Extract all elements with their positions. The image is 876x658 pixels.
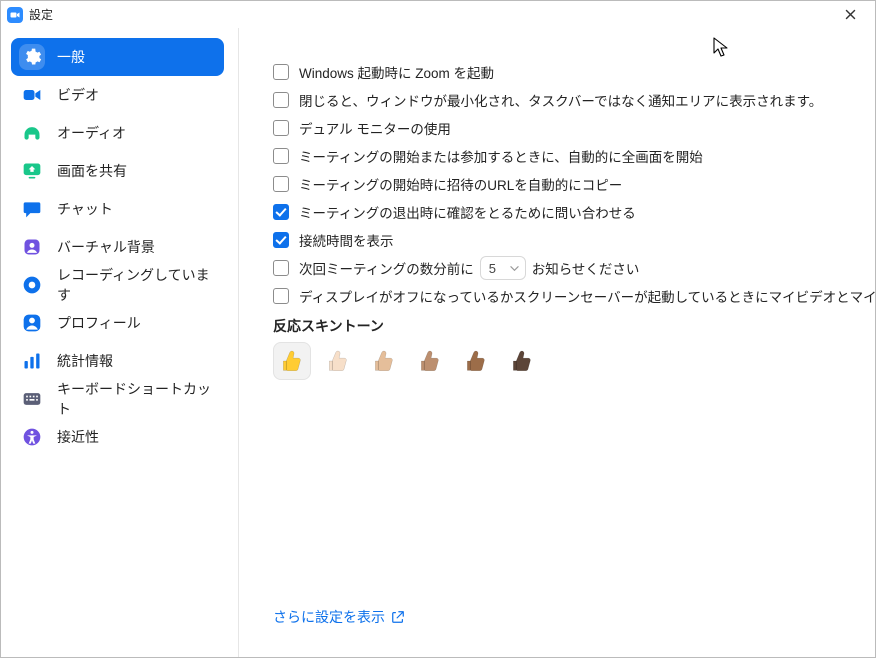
skintone-title: 反応スキントーン: [273, 316, 875, 336]
sidebar-item-video[interactable]: ビデオ: [11, 76, 224, 114]
video-icon: [19, 82, 45, 108]
sidebar-item-label: 接近性: [57, 427, 99, 447]
shortcuts-icon: [19, 386, 45, 412]
skintone-option-2[interactable]: [365, 342, 403, 380]
skintone-option-0[interactable]: [273, 342, 311, 380]
sidebar-item-label: レコーディングしています: [57, 265, 216, 305]
sidebar-item-chat[interactable]: チャット: [11, 190, 224, 228]
select-value: 5: [489, 261, 496, 276]
option-minimize-to-tray[interactable]: 閉じると、ウィンドウが最小化され、タスクバーではなく通知エリアに表示されます。: [273, 86, 875, 114]
checkbox[interactable]: [273, 288, 289, 304]
sidebar-item-label: チャット: [57, 199, 113, 219]
checkbox[interactable]: [273, 204, 289, 220]
option-label-suffix: お知らせください: [532, 258, 640, 278]
sidebar-item-stats[interactable]: 統計情報: [11, 342, 224, 380]
sidebar-item-audio[interactable]: オーディオ: [11, 114, 224, 152]
sidebar-item-label: 統計情報: [57, 351, 113, 371]
sidebar-item-label: ビデオ: [57, 85, 99, 105]
sidebar-item-vb[interactable]: バーチャル背景: [11, 228, 224, 266]
record-icon: [19, 272, 45, 298]
option-dual-monitors[interactable]: デュアル モニターの使用: [273, 114, 875, 142]
skintone-picker: [273, 342, 875, 380]
sidebar-item-share[interactable]: 画面を共有: [11, 152, 224, 190]
window-title: 設定: [29, 6, 53, 23]
access-icon: [19, 424, 45, 450]
sidebar-item-access[interactable]: 接近性: [11, 418, 224, 456]
skintone-option-1[interactable]: [319, 342, 357, 380]
sidebar-item-label: プロフィール: [57, 313, 141, 333]
option-fullscreen-on-start[interactable]: ミーティングの開始または参加するときに、自動的に全画面を開始: [273, 142, 875, 170]
option-remind-before-meeting[interactable]: 次回ミーティングの数分前に 5 お知らせください: [273, 254, 875, 282]
checkbox[interactable]: [273, 92, 289, 108]
remind-minutes-select[interactable]: 5: [480, 256, 526, 280]
sidebar-item-label: 一般: [57, 47, 85, 67]
vb-icon: [19, 234, 45, 260]
checkbox[interactable]: [273, 64, 289, 80]
option-label: ディスプレイがオフになっているかスクリーンセーバーが起動しているときにマイビデオ…: [299, 286, 875, 306]
option-label: ミーティングの開始時に招待のURLを自動的にコピー: [299, 174, 622, 194]
chat-icon: [19, 196, 45, 222]
zoom-app-icon: [7, 7, 23, 23]
more-settings-link[interactable]: さらに設定を表示: [273, 607, 405, 627]
general-icon: [19, 44, 45, 70]
option-label: デュアル モニターの使用: [299, 118, 451, 138]
close-button[interactable]: [831, 1, 869, 28]
sidebar-item-shortcuts[interactable]: キーボードショートカット: [11, 380, 224, 418]
sidebar: 一般ビデオオーディオ画面を共有チャットバーチャル背景レコーディングしていますプロ…: [1, 28, 239, 657]
titlebar: 設定: [1, 1, 875, 28]
option-label: ミーティングの退出時に確認をとるために問い合わせる: [299, 202, 636, 222]
checkbox[interactable]: [273, 176, 289, 192]
sidebar-item-profile[interactable]: プロフィール: [11, 304, 224, 342]
profile-icon: [19, 310, 45, 336]
link-label: さらに設定を表示: [273, 607, 385, 627]
option-stop-video-on-screensaver[interactable]: ディスプレイがオフになっているかスクリーンセーバーが起動しているときにマイビデオ…: [273, 282, 875, 310]
option-copy-invite-url[interactable]: ミーティングの開始時に招待のURLを自動的にコピー: [273, 170, 875, 198]
sidebar-item-label: バーチャル背景: [57, 237, 155, 257]
sidebar-item-label: キーボードショートカット: [57, 379, 216, 419]
sidebar-item-label: 画面を共有: [57, 161, 127, 181]
external-link-icon: [391, 610, 405, 624]
option-label: 接続時間を表示: [299, 230, 394, 250]
chevron-down-icon: [510, 264, 519, 273]
skintone-option-5[interactable]: [503, 342, 541, 380]
sidebar-item-general[interactable]: 一般: [11, 38, 224, 76]
option-label: 閉じると、ウィンドウが最小化され、タスクバーではなく通知エリアに表示されます。: [299, 90, 822, 110]
checkbox[interactable]: [273, 260, 289, 276]
sidebar-item-label: オーディオ: [57, 123, 126, 143]
sidebar-item-record[interactable]: レコーディングしています: [11, 266, 224, 304]
option-label: Windows 起動時に Zoom を起動: [299, 62, 494, 82]
option-show-connected-time[interactable]: 接続時間を表示: [273, 226, 875, 254]
settings-content: Windows 起動時に Zoom を起動 閉じると、ウィンドウが最小化され、タ…: [239, 28, 875, 657]
skintone-option-3[interactable]: [411, 342, 449, 380]
share-icon: [19, 158, 45, 184]
checkbox[interactable]: [273, 148, 289, 164]
option-start-with-windows[interactable]: Windows 起動時に Zoom を起動: [273, 58, 875, 86]
stats-icon: [19, 348, 45, 374]
checkbox[interactable]: [273, 120, 289, 136]
option-label: ミーティングの開始または参加するときに、自動的に全画面を開始: [299, 146, 703, 166]
skintone-option-4[interactable]: [457, 342, 495, 380]
checkbox[interactable]: [273, 232, 289, 248]
option-label-prefix: 次回ミーティングの数分前に: [299, 258, 474, 278]
close-icon: [845, 9, 856, 20]
audio-icon: [19, 120, 45, 146]
option-confirm-leave[interactable]: ミーティングの退出時に確認をとるために問い合わせる: [273, 198, 875, 226]
